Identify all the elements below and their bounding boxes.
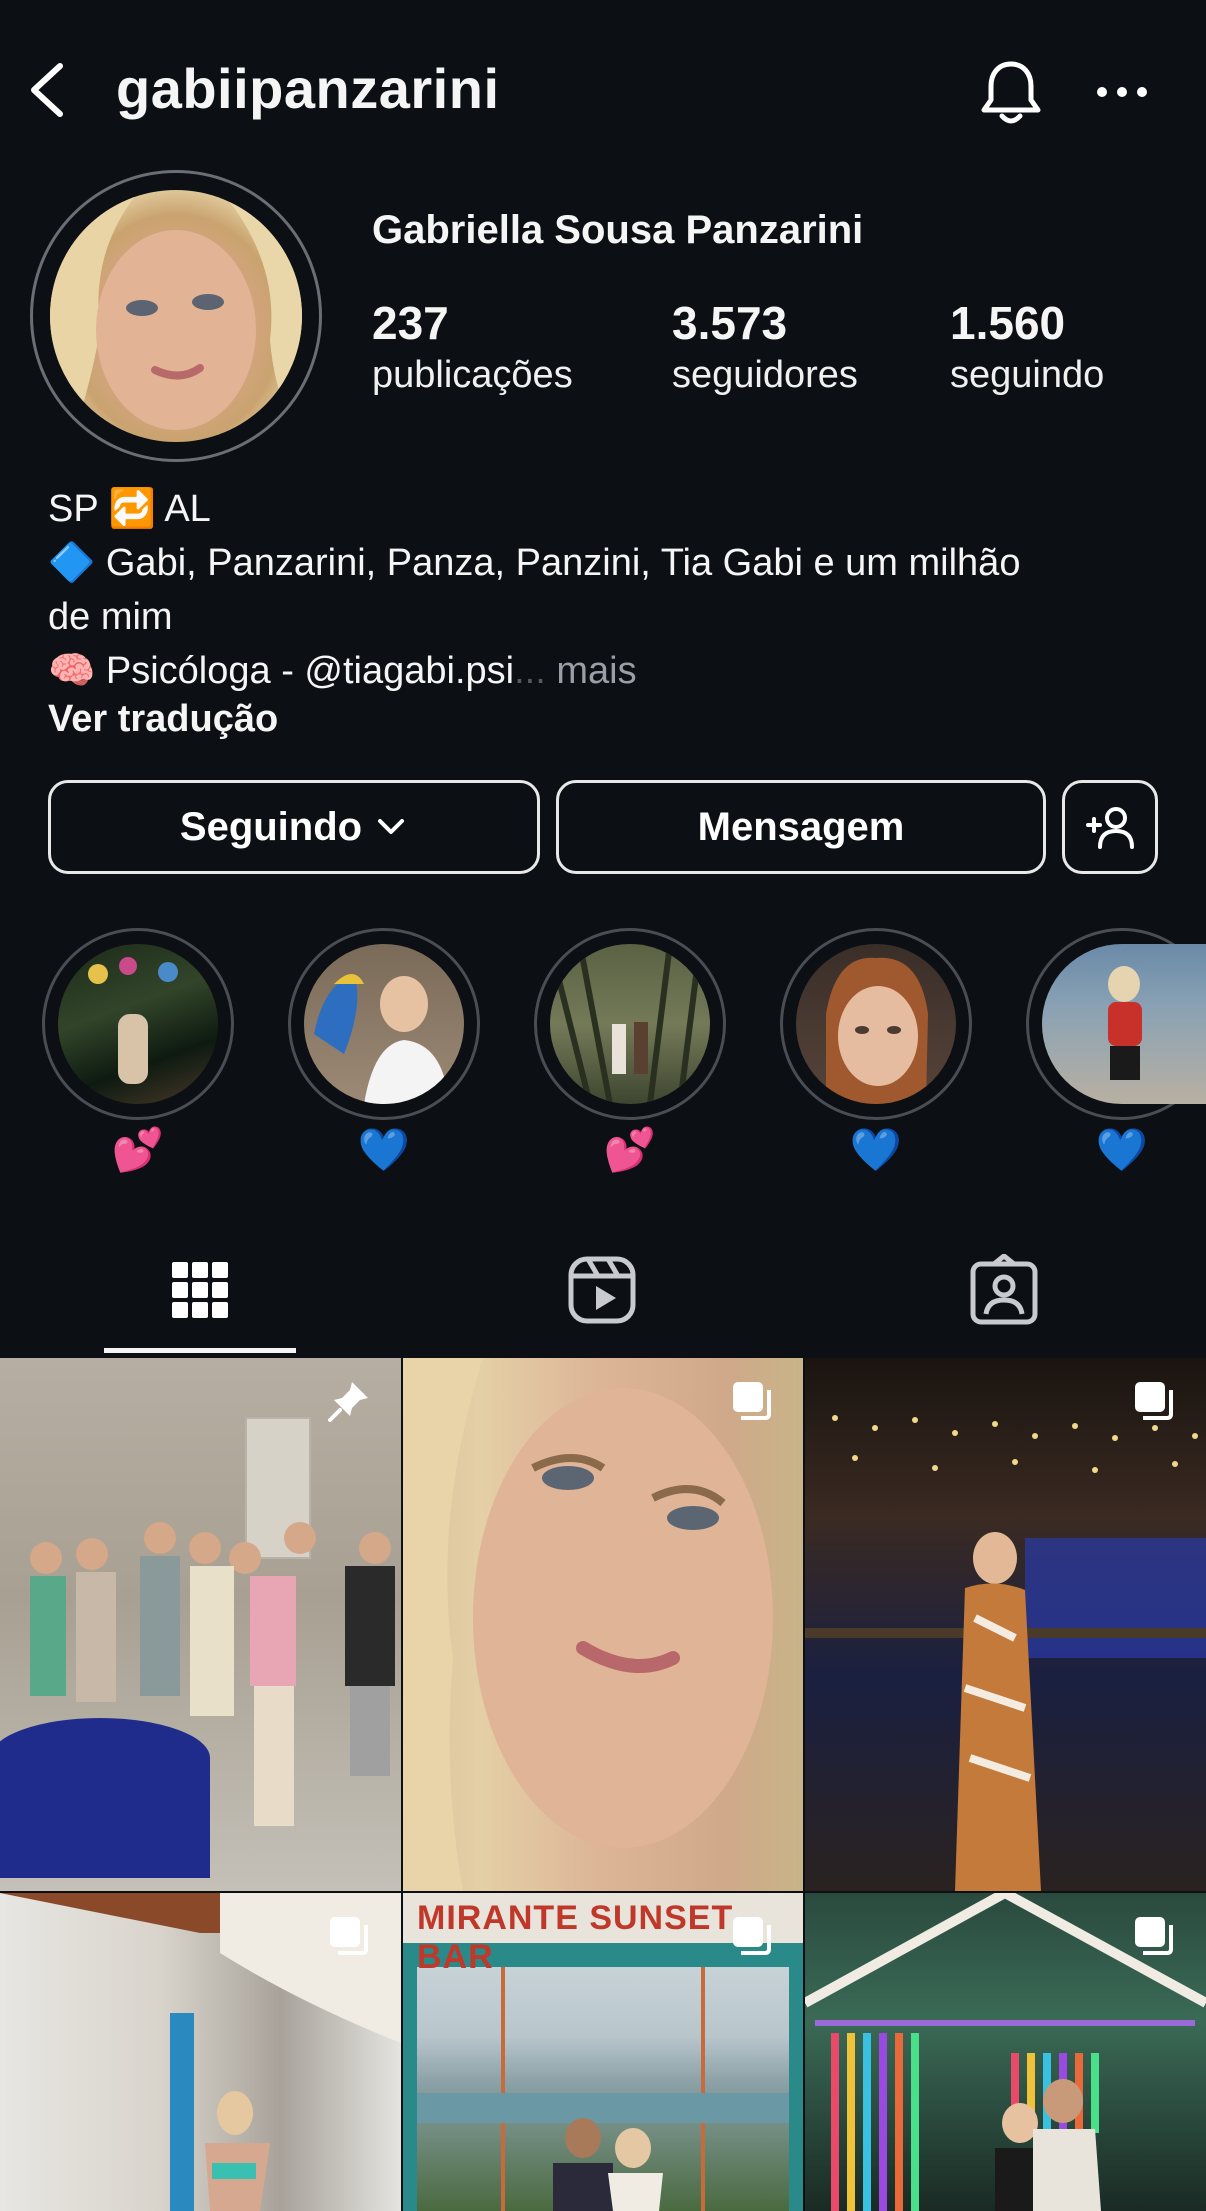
full-name: Gabriella Sousa Panzarini	[372, 208, 864, 252]
bio-line-location: SP 🔁 AL	[48, 488, 211, 530]
following-label[interactable]: seguindo	[950, 354, 1104, 397]
following-button[interactable]: Seguindo	[48, 780, 540, 874]
bio-ellipsis: ...	[514, 650, 546, 692]
carousel-icon	[330, 1917, 368, 1955]
highlight-thumbnail[interactable]	[550, 944, 710, 1104]
followers-label[interactable]: seguidores	[672, 354, 858, 397]
pin-icon	[328, 1382, 368, 1422]
message-button-label: Mensagem	[697, 804, 905, 849]
chevron-left-icon[interactable]	[22, 60, 70, 120]
highlight-label[interactable]: 💙	[288, 1126, 480, 1175]
see-translation-link[interactable]: Ver tradução	[48, 698, 278, 741]
highlight-label[interactable]: 💙	[1026, 1126, 1206, 1175]
profile-username: gabiipanzarini	[116, 57, 500, 120]
bio-profession-text[interactable]: 🧠 Psicóloga - @tiagabi.psi	[48, 650, 514, 692]
carousel-icon	[1135, 1382, 1173, 1420]
bio-more-link[interactable]: mais	[546, 650, 636, 692]
highlight-thumbnail[interactable]	[58, 944, 218, 1104]
tagged-icon[interactable]	[968, 1254, 1040, 1326]
bio-line-profession: 🧠 Psicóloga - @tiagabi.psi... mais	[48, 644, 637, 698]
carousel-icon	[733, 1917, 771, 1955]
followers-count[interactable]: 3.573	[672, 296, 787, 350]
following-count[interactable]: 1.560	[950, 296, 1065, 350]
chevron-down-icon	[378, 819, 405, 834]
suggest-users-button[interactable]	[1062, 780, 1158, 874]
post-thumbnail[interactable]	[805, 1358, 1206, 1891]
highlight-thumbnail[interactable]	[796, 944, 956, 1104]
carousel-icon	[1135, 1917, 1173, 1955]
bio-line-nicknames-cont: de mim	[48, 596, 173, 638]
highlight-label[interactable]: 💙	[780, 1126, 972, 1175]
carousel-icon	[733, 1382, 771, 1420]
highlight-thumbnail[interactable]	[304, 944, 464, 1104]
grid-icon[interactable]	[164, 1254, 236, 1326]
highlight-thumbnail[interactable]	[1042, 944, 1206, 1104]
bell-icon[interactable]	[978, 58, 1044, 126]
reels-icon[interactable]	[566, 1254, 638, 1326]
active-tab-indicator	[104, 1348, 296, 1353]
post-thumbnail[interactable]	[805, 1893, 1206, 2211]
highlight-label[interactable]: 💕	[42, 1126, 234, 1175]
post-thumbnail[interactable]	[403, 1358, 803, 1891]
more-horizontal-icon[interactable]	[1096, 82, 1148, 102]
avatar[interactable]	[50, 190, 302, 442]
following-button-label: Seguindo	[179, 804, 363, 849]
bio-line-nicknames: 🔷 Gabi, Panzarini, Panza, Panzini, Tia G…	[48, 542, 1021, 584]
posts-label[interactable]: publicações	[372, 354, 573, 397]
highlight-label[interactable]: 💕	[534, 1126, 726, 1175]
message-button[interactable]: Mensagem	[556, 780, 1046, 874]
posts-count[interactable]: 237	[372, 296, 449, 350]
post-thumbnail[interactable]: MIRANTE SUNSET BAR	[403, 1893, 803, 2211]
add-person-icon	[1086, 807, 1134, 849]
post-thumbnail[interactable]	[0, 1358, 401, 1891]
post-thumbnail[interactable]	[0, 1893, 401, 2211]
